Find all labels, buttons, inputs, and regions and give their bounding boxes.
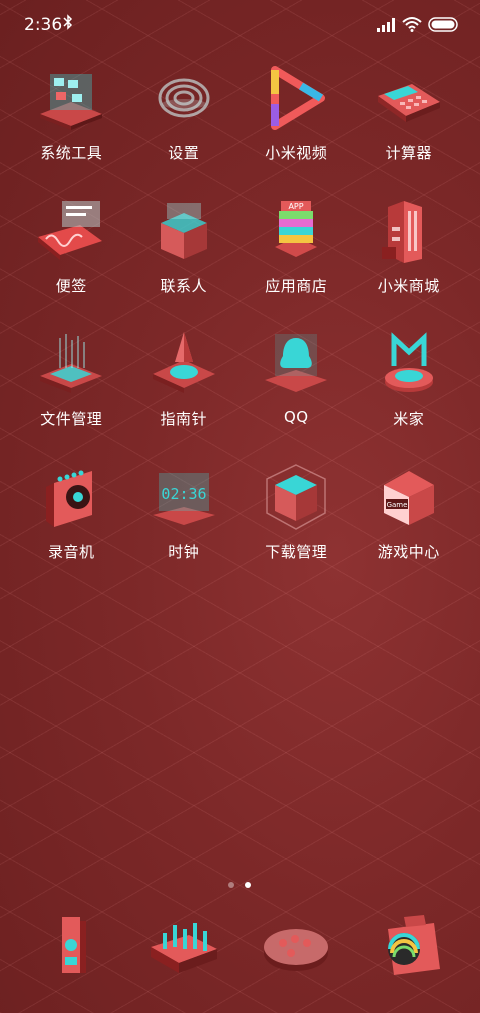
- dock-camera[interactable]: [353, 908, 466, 988]
- app-store-icon: APP: [275, 201, 317, 257]
- app-label: 米家: [393, 410, 425, 428]
- app-label: 应用商店: [265, 277, 328, 295]
- page-dot[interactable]: [228, 882, 234, 888]
- app-label: 系统工具: [40, 144, 103, 162]
- phone-icon: [62, 917, 86, 973]
- download-manager-icon: [266, 464, 326, 530]
- app-store-sign: APP: [288, 202, 303, 211]
- app-label: 设置: [168, 144, 200, 162]
- app-download-manager[interactable]: 下载管理: [240, 463, 353, 572]
- app-label: 时钟: [168, 543, 200, 561]
- app-calculator[interactable]: 计算器: [353, 64, 466, 173]
- app-system-tools[interactable]: 系统工具: [15, 64, 128, 173]
- dock-messages[interactable]: [128, 908, 241, 988]
- app-file-manager[interactable]: 文件管理: [15, 330, 128, 439]
- app-label: 便签: [55, 277, 87, 295]
- dock-phone[interactable]: [15, 908, 128, 988]
- app-compass[interactable]: 指南针: [128, 330, 241, 439]
- page-indicator: [228, 873, 262, 892]
- mall-icon: [381, 201, 422, 263]
- video-play-icon: [271, 66, 325, 130]
- contacts-icon: [160, 203, 207, 259]
- dock: [15, 908, 465, 988]
- app-notes[interactable]: 便签: [15, 197, 128, 306]
- app-clock[interactable]: 02:36 时钟: [128, 463, 241, 572]
- app-label: 指南针: [160, 410, 207, 428]
- clock-display: 02:36: [161, 485, 206, 503]
- app-app-store[interactable]: APP 应用商店: [240, 197, 353, 306]
- game-center-icon: Game: [383, 471, 434, 525]
- battery-icon: [428, 17, 458, 32]
- messages-icon: [150, 923, 217, 973]
- system-tools-icon: [40, 74, 102, 130]
- app-mi-mall[interactable]: 小米商城: [353, 197, 466, 306]
- app-label: 下载管理: [265, 543, 328, 561]
- bluetooth-icon: [63, 14, 73, 30]
- recorder-icon: [46, 470, 92, 527]
- compass-icon: [152, 332, 215, 393]
- app-qq[interactable]: QQ: [240, 330, 353, 439]
- app-mijia[interactable]: 米家: [353, 330, 466, 439]
- app-label: 录音机: [47, 543, 95, 561]
- file-manager-icon: [40, 334, 102, 393]
- app-recorder[interactable]: 录音机: [15, 463, 128, 572]
- app-label: 游戏中心: [377, 543, 440, 561]
- qq-icon: [265, 334, 327, 392]
- status-time: 2:36: [24, 15, 63, 35]
- game-sign: Game: [386, 501, 407, 509]
- dock-browser[interactable]: [240, 908, 353, 988]
- app-label: QQ: [283, 408, 309, 426]
- app-game-center[interactable]: Game 游戏中心: [353, 463, 466, 572]
- app-label: 联系人: [160, 277, 207, 295]
- browser-icon: [264, 929, 328, 971]
- camera-icon: [387, 915, 440, 975]
- app-grid: 系统工具 设置 小米视频 计算器 便签 联系人 APP 应用商店 小米商城 文件…: [15, 64, 465, 572]
- app-label: 小米商城: [377, 277, 440, 295]
- mijia-icon: [384, 332, 433, 392]
- calculator-icon: [377, 84, 440, 122]
- clock-icon: 02:36: [152, 473, 215, 525]
- app-mi-video[interactable]: 小米视频: [240, 64, 353, 173]
- status-bar: 2:36: [0, 0, 480, 52]
- app-contacts[interactable]: 联系人: [128, 197, 241, 306]
- signal-icon: [377, 18, 395, 32]
- notes-icon: [38, 201, 102, 260]
- settings-icon: [158, 78, 209, 118]
- app-label: 计算器: [385, 144, 432, 162]
- page-dot-active[interactable]: [245, 882, 251, 888]
- app-label: 文件管理: [40, 410, 103, 428]
- app-settings[interactable]: 设置: [128, 64, 241, 173]
- wifi-icon: [402, 17, 422, 32]
- app-label: 小米视频: [265, 144, 328, 162]
